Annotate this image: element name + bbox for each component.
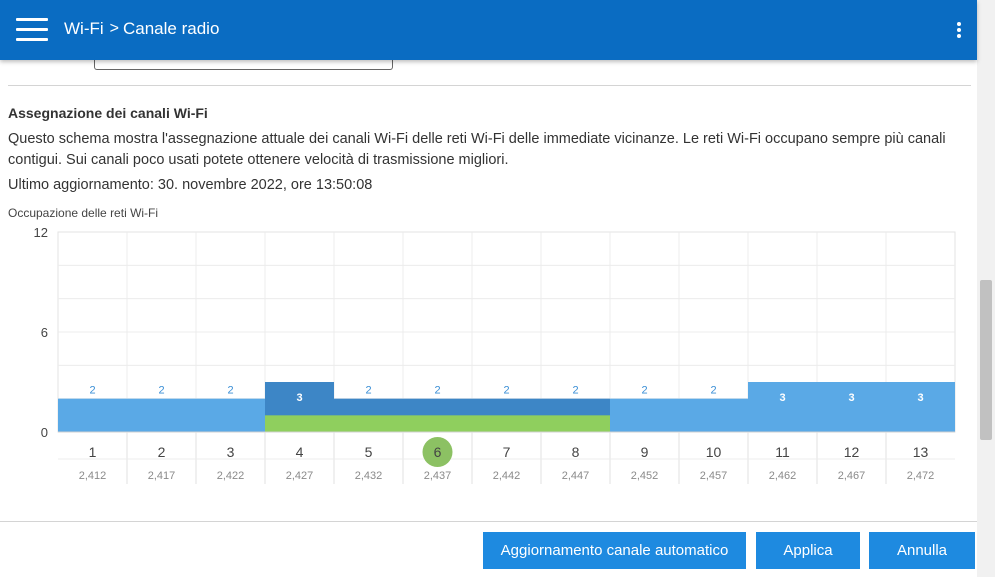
x-tick-label: 13 xyxy=(913,444,929,460)
chart-title: Occupazione delle reti Wi-Fi xyxy=(8,206,159,220)
x-tick-label: 11 xyxy=(775,444,790,460)
frequency-label: 2,447 xyxy=(562,470,590,482)
bar xyxy=(817,382,886,432)
section-title: Assegnazione dei canali Wi-Fi xyxy=(8,105,208,121)
bar-value-label: 3 xyxy=(848,392,854,404)
x-tick-label: 8 xyxy=(572,444,580,460)
bar xyxy=(748,382,817,432)
top-bar: Wi-Fi > Canale radio xyxy=(0,0,977,60)
x-tick-label: 1 xyxy=(89,444,97,460)
bar xyxy=(196,398,265,432)
bar xyxy=(127,398,196,432)
x-tick-label: 6 xyxy=(434,444,442,460)
x-tick-label: 4 xyxy=(296,444,304,460)
frequency-label: 2,427 xyxy=(286,470,314,482)
frequency-label: 2,452 xyxy=(631,470,659,482)
divider xyxy=(0,521,977,522)
hamburger-menu-icon[interactable] xyxy=(16,16,48,44)
last-update-text: Ultimo aggiornamento: 30. novembre 2022,… xyxy=(8,177,373,193)
auto-channel-update-button[interactable]: Aggiornamento canale automatico xyxy=(483,532,746,569)
bar-value-label: 2 xyxy=(434,385,440,397)
x-tick-label: 5 xyxy=(365,444,373,460)
x-tick-label: 7 xyxy=(503,444,511,460)
bar-value-label: 3 xyxy=(296,392,302,404)
frequency-label: 2,437 xyxy=(424,470,452,482)
own-network-band xyxy=(265,415,610,432)
bar-value-label: 2 xyxy=(158,385,164,397)
section-description: Questo schema mostra l'assegnazione attu… xyxy=(8,131,946,168)
frequency-label: 2,472 xyxy=(907,470,935,482)
channel-occupancy-chart: 0 6 12 2 2 2 3 2 2 2 2 2 2 3 3 3 1 2,412 2 2,417 3 2,422 4 2,42… xyxy=(34,225,956,484)
frequency-label: 2,462 xyxy=(769,470,797,482)
x-tick-label: 12 xyxy=(844,444,860,460)
bar-value-label: 2 xyxy=(641,385,647,397)
bar xyxy=(886,382,955,432)
breadcrumb-wifi[interactable]: Wi-Fi xyxy=(64,19,104,39)
frequency-label: 2,417 xyxy=(148,470,176,482)
apply-button[interactable]: Applica xyxy=(756,532,860,569)
bar-value-label: 3 xyxy=(917,392,923,404)
bar xyxy=(58,398,127,432)
y-tick-label: 0 xyxy=(41,425,48,440)
x-tick-label: 2 xyxy=(158,444,166,460)
bar-value-label: 2 xyxy=(89,385,95,397)
y-tick-label: 12 xyxy=(34,225,48,240)
frequency-label: 2,412 xyxy=(79,470,107,482)
x-tick-label: 10 xyxy=(706,444,722,460)
frequency-label: 2,442 xyxy=(493,470,521,482)
bar xyxy=(679,398,748,432)
breadcrumb-current: Canale radio xyxy=(123,19,220,38)
bar-value-label: 2 xyxy=(710,385,716,397)
frequency-label: 2,467 xyxy=(838,470,866,482)
bar-value-label: 2 xyxy=(365,385,371,397)
y-tick-label: 6 xyxy=(41,325,48,340)
cancel-button[interactable]: Annulla xyxy=(869,532,975,569)
frequency-label: 2,457 xyxy=(700,470,728,482)
bar-value-label: 2 xyxy=(227,385,233,397)
chevron-right-icon: > xyxy=(109,20,119,37)
x-tick-label: 3 xyxy=(227,444,235,460)
bar-value-label: 3 xyxy=(779,392,785,404)
bar-value-label: 2 xyxy=(572,385,578,397)
divider xyxy=(8,85,971,86)
x-tick-label: 9 xyxy=(641,444,649,460)
bar-value-label: 2 xyxy=(503,385,509,397)
vertical-dots-icon[interactable] xyxy=(955,20,963,40)
bar xyxy=(610,398,679,432)
frequency-label: 2,432 xyxy=(355,470,383,482)
scrollbar-thumb[interactable] xyxy=(980,280,992,440)
frequency-label: 2,422 xyxy=(217,470,245,482)
breadcrumb: Wi-Fi > Canale radio xyxy=(64,19,219,39)
